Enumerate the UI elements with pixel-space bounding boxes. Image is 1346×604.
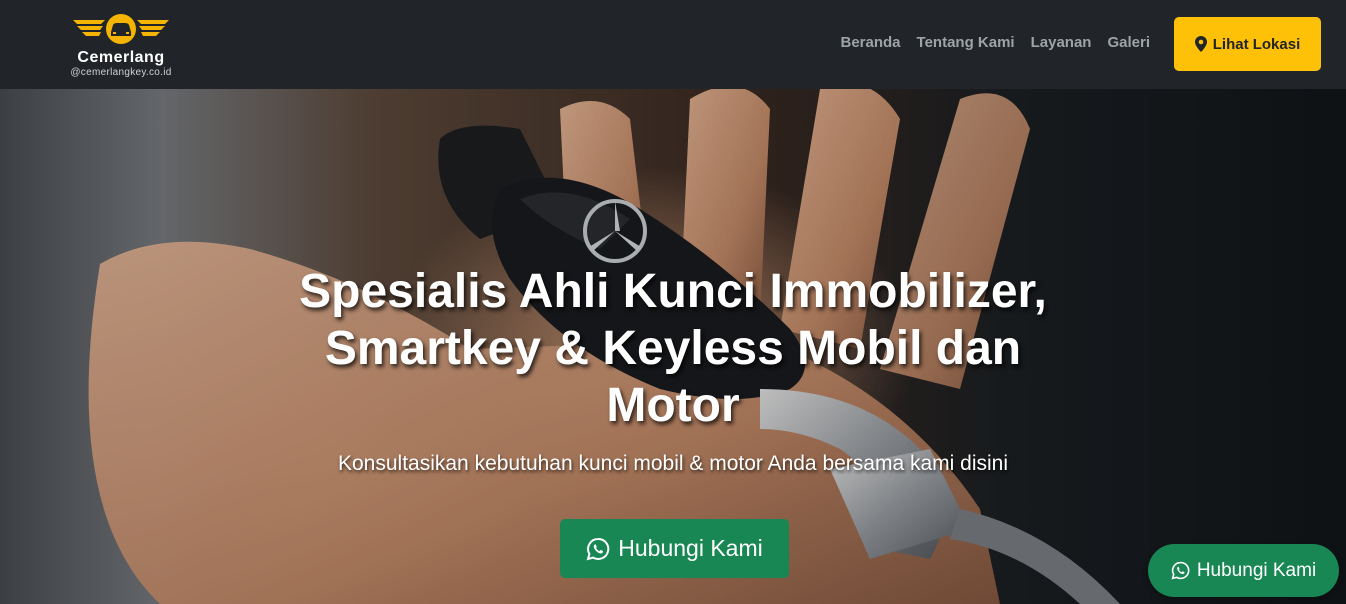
- car-wings-logo-icon: [73, 14, 169, 44]
- hero-subtitle: Konsultasikan kebutuhan kunci mobil & mo…: [337, 452, 1009, 475]
- nav-item-galeri[interactable]: Galeri: [1107, 34, 1150, 51]
- brand-logo[interactable]: Cemerlang @cemerlangkey.co.id: [50, 12, 192, 79]
- whatsapp-icon: [1171, 561, 1190, 580]
- lihat-lokasi-label: Lihat Lokasi: [1212, 35, 1301, 53]
- nav-menu: Beranda Tentang Kami Layanan Galeri: [841, 34, 1151, 51]
- nav-item-layanan[interactable]: Layanan: [1031, 34, 1092, 51]
- hero-section: Spesialis Ahli Kunci Immobilizer, Smartk…: [0, 89, 1346, 604]
- floating-whatsapp-label: Hubungi Kami: [1196, 559, 1317, 581]
- brand-name: Cemerlang: [77, 49, 165, 66]
- hero-content: Spesialis Ahli Kunci Immobilizer, Smartk…: [0, 263, 1346, 476]
- hubungi-kami-button[interactable]: Hubungi Kami: [560, 519, 789, 578]
- nav-item-beranda[interactable]: Beranda: [841, 34, 901, 51]
- floating-whatsapp-button[interactable]: Hubungi Kami: [1148, 544, 1339, 597]
- map-pin-icon: [1194, 36, 1207, 52]
- whatsapp-icon: [586, 537, 610, 560]
- lihat-lokasi-button[interactable]: Lihat Lokasi: [1174, 17, 1321, 71]
- navbar: Cemerlang @cemerlangkey.co.id Beranda Te…: [0, 0, 1346, 89]
- hero-title: Spesialis Ahli Kunci Immobilizer, Smartk…: [299, 265, 1047, 432]
- nav-item-tentang-kami[interactable]: Tentang Kami: [917, 34, 1015, 51]
- brand-handle: @cemerlangkey.co.id: [70, 67, 172, 78]
- hubungi-kami-label: Hubungi Kami: [618, 535, 763, 561]
